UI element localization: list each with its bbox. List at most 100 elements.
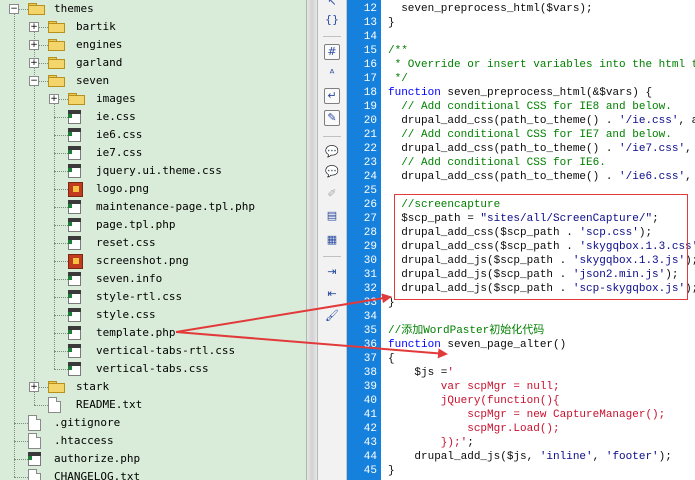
tree-file[interactable]: .gitignore <box>0 414 306 432</box>
outdent-icon[interactable]: ⇤ <box>324 286 340 302</box>
code-token: var scpMgr = null; <box>388 381 560 393</box>
tree-connector-line <box>54 351 68 352</box>
comment-icon[interactable]: 💬 <box>324 144 340 160</box>
line-number: 41 <box>363 409 377 421</box>
collapse-icon[interactable]: − <box>29 76 39 86</box>
tree-folder[interactable]: + stark <box>0 378 306 396</box>
cursor-icon[interactable]: ↖ <box>324 0 340 10</box>
tree-file[interactable]: maintenance-page.tpl.php <box>0 198 306 216</box>
tree-item-label: engines <box>76 38 123 51</box>
tree-folder[interactable]: + images <box>0 90 306 108</box>
tree-item-label: ie7.css <box>96 146 143 159</box>
image-file-icon <box>68 254 83 269</box>
code-line[interactable]: */ <box>388 72 408 86</box>
code-line[interactable]: // Add conditional CSS for IE6. <box>388 156 606 170</box>
tree-file[interactable]: .htaccess <box>0 432 306 450</box>
code-line[interactable]: });'; <box>388 436 474 450</box>
tree-connector-line <box>54 117 68 118</box>
code-line[interactable]: drupal_add_css(path_to_theme() . '/ie7.c… <box>388 142 695 156</box>
tree-file[interactable]: logo.png <box>0 180 306 198</box>
code-token: drupal_add_css(path_to_theme() . <box>388 143 620 155</box>
code-line[interactable]: var scpMgr = null; <box>388 380 560 394</box>
tree-folder[interactable]: + bartik <box>0 18 306 36</box>
word-wrap-icon[interactable]: ↵ <box>324 88 340 104</box>
code-file-icon <box>68 326 81 340</box>
code-line[interactable]: function seven_page_alter() <box>388 338 566 352</box>
code-line[interactable]: drupal_add_css(path_to_theme() . '/ie6.c… <box>388 170 695 184</box>
tree-file[interactable]: seven.info <box>0 270 306 288</box>
tree-file[interactable]: style-rtl.css <box>0 288 306 306</box>
tree-file[interactable]: page.tpl.php <box>0 216 306 234</box>
code-line[interactable]: function seven_preprocess_html(&$vars) { <box>388 86 652 100</box>
code-line[interactable]: seven_preprocess_html($vars); <box>388 2 592 16</box>
code-line[interactable]: // Add conditional CSS for IE8 and below… <box>388 100 672 114</box>
tree-item-label: .gitignore <box>54 416 121 429</box>
document-edit-icon[interactable]: ▤ <box>324 208 340 224</box>
pane-splitter[interactable] <box>307 0 318 480</box>
code-line[interactable]: drupal_add_js($js, 'inline', 'footer'); <box>388 450 671 464</box>
code-line[interactable]: scpMgr = new CaptureManager(); <box>388 408 665 422</box>
highlight-icon[interactable]: ✎ <box>324 110 340 126</box>
tree-file[interactable]: jquery.ui.theme.css <box>0 162 306 180</box>
code-line[interactable]: $js =' <box>388 366 454 380</box>
code-line[interactable]: * Override or insert variables into the … <box>388 58 695 72</box>
expand-icon[interactable]: + <box>29 58 39 68</box>
code-line[interactable]: } <box>388 464 395 478</box>
spellcheck-icon[interactable]: ᴬ <box>324 66 340 82</box>
indent-icon[interactable]: ⇥ <box>324 264 340 280</box>
expand-icon[interactable]: + <box>29 382 39 392</box>
tree-item-label: authorize.php <box>54 452 141 465</box>
uncomment-icon[interactable]: 💬 <box>324 164 340 180</box>
collapse-icon[interactable]: − <box>9 4 19 14</box>
code-file-icon <box>68 164 81 178</box>
tree-item-label: bartik <box>76 20 116 33</box>
table-icon[interactable]: ▦ <box>324 232 340 248</box>
code-file-icon <box>68 218 81 232</box>
tree-file[interactable]: reset.css <box>0 234 306 252</box>
line-number: 23 <box>363 157 377 169</box>
tree-folder[interactable]: − seven <box>0 72 306 90</box>
tree-file[interactable]: vertical-tabs.css <box>0 360 306 378</box>
edit-disabled-icon[interactable]: ✐ <box>324 186 340 202</box>
code-line[interactable]: //添加WordPaster初始化代码 <box>388 324 544 338</box>
code-line[interactable]: drupal_add_css(path_to_theme() . '/ie.cs… <box>388 114 695 128</box>
line-number-toggle-icon[interactable]: # <box>324 44 340 60</box>
tree-item-label: vertical-tabs.css <box>96 362 209 375</box>
code-line[interactable]: } <box>388 16 395 30</box>
code-line[interactable]: /** <box>388 44 408 58</box>
code-line[interactable]: jQuery(function(){ <box>388 394 560 408</box>
tree-file[interactable]: README.txt <box>0 396 306 414</box>
tree-file[interactable]: CHANGELOG.txt <box>0 468 306 480</box>
tree-file[interactable]: ie6.css <box>0 126 306 144</box>
line-number: 18 <box>363 87 377 99</box>
code-token: $js = <box>388 367 448 379</box>
code-line[interactable]: scpMgr.Load(); <box>388 422 559 436</box>
tree-file[interactable]: style.css <box>0 306 306 324</box>
tree-file[interactable]: template.php <box>0 324 306 342</box>
line-number: 21 <box>363 129 377 141</box>
toolbar-separator <box>323 36 341 37</box>
line-number: 35 <box>363 325 377 337</box>
tree-file[interactable]: vertical-tabs-rtl.css <box>0 342 306 360</box>
code-line[interactable]: // Add conditional CSS for IE7 and below… <box>388 128 672 142</box>
tree-file[interactable]: ie7.css <box>0 144 306 162</box>
tree-connector-line <box>54 225 68 226</box>
tree-file[interactable]: screenshot.png <box>0 252 306 270</box>
tree-folder[interactable]: + engines <box>0 36 306 54</box>
code-line[interactable]: { <box>388 352 395 366</box>
tree-item-label: reset.css <box>96 236 156 249</box>
tree-item-label: seven.info <box>96 272 163 285</box>
expand-icon[interactable]: + <box>29 40 39 50</box>
folder-icon <box>48 57 65 69</box>
brush-icon[interactable]: 🖌 <box>324 308 340 324</box>
brace-match-icon[interactable]: {} <box>324 12 340 28</box>
tree-file[interactable]: ie.css <box>0 108 306 126</box>
tree-connector-line <box>54 243 68 244</box>
line-number: 16 <box>363 59 377 71</box>
line-number: 44 <box>363 451 377 463</box>
tree-folder[interactable]: − themes <box>0 0 306 18</box>
tree-file[interactable]: authorize.php <box>0 450 306 468</box>
tree-folder[interactable]: + garland <box>0 54 306 72</box>
expand-icon[interactable]: + <box>49 94 59 104</box>
expand-icon[interactable]: + <box>29 22 39 32</box>
